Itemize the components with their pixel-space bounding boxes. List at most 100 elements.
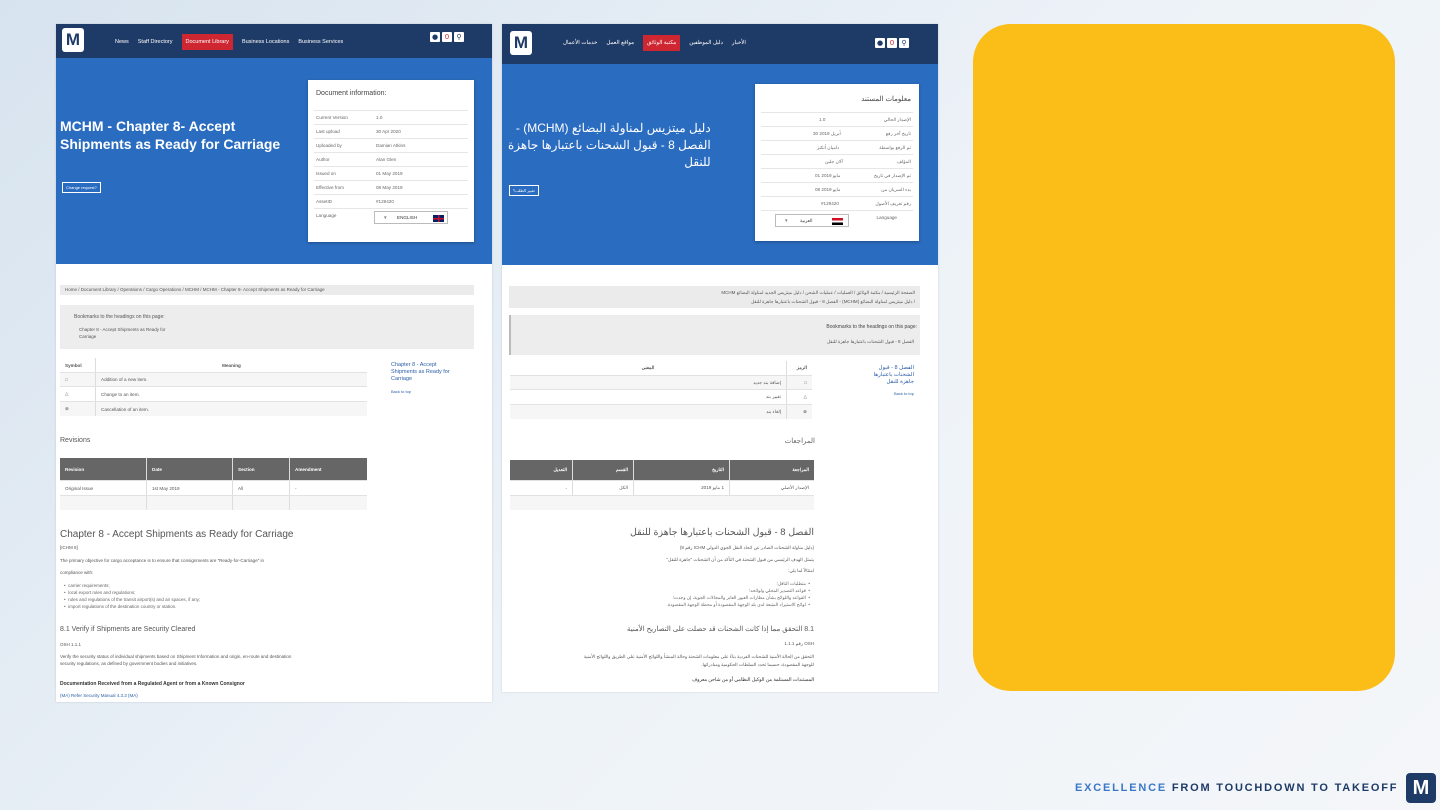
nav-staff-directory[interactable]: دليل الموظفين — [689, 40, 723, 46]
chevron-down-icon: ▼ — [784, 218, 789, 223]
info-value: 30 أبريل 2019 — [813, 131, 841, 136]
symbol-cell: △ — [65, 391, 69, 396]
nav-news[interactable]: الأخبار — [732, 40, 746, 46]
column-header: Amendment — [289, 458, 327, 480]
meaning-cell: Cancellation of an item. — [95, 402, 154, 416]
list-item: • import regulations of the destination … — [64, 604, 177, 609]
info-label: Author — [316, 157, 330, 162]
bookmarks-box: Bookmarks to the headings on this page: … — [509, 315, 920, 355]
bookmark-link[interactable]: Carriage — [79, 334, 96, 339]
info-value: Damian Atkins — [376, 143, 406, 148]
info-value: Alan Glen — [376, 157, 397, 162]
back-to-top-link[interactable]: Back to top — [894, 391, 914, 396]
hero-banner: دليل ميتزيس لمناولة البضائع (MCHM) - الف… — [502, 64, 938, 265]
nav-news[interactable]: News — [115, 39, 129, 45]
info-value: 08 مايو 2019 — [815, 187, 841, 192]
menzies-logo[interactable]: M — [62, 28, 84, 52]
nav-business-services[interactable]: Business Services — [298, 39, 343, 45]
language-select[interactable]: ▼ العربية — [775, 214, 849, 227]
change-request-button[interactable]: Change request? — [62, 182, 101, 193]
revision-cell: Original Issue — [65, 485, 94, 491]
nav-document-library[interactable]: مكتبة الوثائق — [643, 35, 681, 51]
chapter-body: compliance with: — [60, 570, 94, 575]
meaning-cell: Change to an item. — [95, 387, 145, 401]
card-title: معلومات المستند — [861, 96, 911, 103]
menzies-logo[interactable]: M — [510, 31, 532, 55]
nav-business-services[interactable]: خدمات الأعمال — [563, 40, 597, 46]
column-header: Section — [232, 458, 260, 480]
section-heading: 8.1 التحقق مما إذا كانت الشحنات قد حصلت … — [626, 626, 814, 633]
symbols-table: الرمز المعنى □ إضافة بند جديد △ تغيير بند ⊗… — [510, 361, 812, 419]
meaning-cell: إلغاء بند — [761, 405, 787, 419]
nav-business-locations[interactable]: Business Locations — [242, 39, 289, 45]
info-value: 30 Apr 2020 — [376, 129, 401, 134]
side-bookmark-link[interactable]: الشحنات باعتبارها — [874, 372, 914, 378]
side-bookmark-link[interactable]: Shipments as Ready for — [391, 369, 450, 375]
amendment-cell: - — [289, 481, 302, 495]
nav-staff-directory[interactable]: Staff Directory — [138, 39, 173, 45]
page-title-line: للنقل — [684, 155, 711, 169]
info-value: 1.0 — [819, 117, 826, 122]
info-label: رقم تعريف الأصول — [875, 201, 911, 206]
side-bookmark-link[interactable]: Carriage — [391, 376, 412, 382]
requirements-list: • متطلبات الناقل؛ • قواعد التصدير المحلي… — [667, 580, 810, 608]
info-value: آلان جلين — [825, 159, 843, 164]
osh-reference: OSH رقم 1.1.1 — [784, 641, 814, 646]
side-bookmark-link[interactable]: جاهزة للنقل — [886, 379, 914, 385]
symbol-cell: □ — [65, 377, 68, 382]
side-bookmark-link[interactable]: الفصل 8 - قبول — [878, 365, 914, 371]
chapter-body: The primary objective for cargo acceptan… — [60, 558, 265, 563]
column-header: التاريخ — [707, 460, 730, 480]
bookmark-link[interactable]: الفصل 8 - قبول الشحنات باعتبارها جاهزة ل… — [827, 339, 914, 345]
revision-cell: الإصدار الأصلي — [780, 485, 809, 490]
language-select[interactable]: ▼ ENGLISH — [374, 211, 448, 224]
info-value: 01 مايو 2019 — [815, 173, 841, 178]
tagline-rest: FROM TOUCHDOWN TO TAKEOFF — [1166, 782, 1399, 794]
column-header: المراجعة — [792, 467, 809, 472]
symbols-table: Symbol Meaning □ Addition of a new item. △… — [60, 358, 367, 416]
subsection-heading: Documentation Received from a Regulated … — [60, 681, 245, 687]
meaning-cell: Addition of a new item. — [95, 373, 152, 386]
bookmarks-title: Bookmarks to the headings on this page: — [74, 314, 165, 320]
list-item: • carrier requirements; — [64, 583, 110, 588]
breadcrumb[interactable]: Home / Document Library / Operations / C… — [60, 285, 474, 295]
nav-document-library[interactable]: Document Library — [181, 34, 233, 50]
info-value: #129420 — [376, 199, 394, 204]
back-to-top-link[interactable]: Back to top — [391, 389, 411, 394]
bookmark-link[interactable]: Chapter 8 - Accept Shipments as Ready fo… — [79, 327, 166, 332]
user-icon[interactable]: ● — [875, 38, 885, 48]
notification-icon[interactable]: 0 — [442, 32, 452, 42]
security-manual-link[interactable]: (MA) Refer Security Manual 4.3.3 (MA) — [60, 693, 138, 698]
side-bookmark-link[interactable]: Chapter 8 - Accept — [391, 362, 437, 368]
document-info-card: معلومات المستند 1.0 الإصدار الحالي 30 أبر… — [755, 84, 919, 241]
chevron-down-icon: ▼ — [383, 215, 388, 220]
user-icon[interactable]: ● — [430, 32, 440, 42]
column-header: Symbol — [65, 362, 82, 368]
hero-banner: MCHM - Chapter 8- Accept Shipments as Re… — [56, 58, 492, 264]
breadcrumb-line[interactable]: / دليل ميتزيس لمناولة البضائع (MCHM) - ا… — [514, 297, 915, 306]
page-title-line: الفصل 8 - قبول الشحنات باعتبارها جاهزة — [508, 138, 711, 152]
amendment-cell: - — [560, 481, 573, 495]
revisions-table: Revision Date Section Amendment Original Is… — [60, 458, 367, 510]
chapter-heading: Chapter 8 - Accept Shipments as Ready fo… — [60, 529, 294, 540]
info-label: AssetID — [316, 199, 333, 204]
info-value: 01 May 2019 — [376, 171, 403, 176]
search-icon[interactable]: ⚲ — [454, 32, 464, 42]
info-label: Effective from — [316, 185, 344, 190]
notification-icon[interactable]: 0 — [887, 38, 897, 48]
breadcrumb[interactable]: الصفحة الرئيسية / مكتبة الوثائق / العملي… — [509, 286, 920, 308]
search-icon[interactable]: ⚲ — [899, 38, 909, 48]
change-request-button[interactable]: تغيير الطلب؟ — [509, 185, 539, 196]
language-value: ENGLISH — [397, 215, 418, 220]
arabic-page-screenshot: M خدمات الأعمال مواقع العمل مكتبة الوثائ… — [502, 24, 938, 692]
info-label: Issued on — [316, 171, 336, 176]
info-label: Uploaded by — [316, 143, 342, 148]
card-title: Document information: — [316, 90, 387, 97]
nav-business-locations[interactable]: مواقع العمل — [606, 40, 634, 46]
chapter-reference: (دليل مناولة الشحنات الصادر عن اتحاد الن… — [679, 545, 814, 550]
symbol-cell: △ — [803, 394, 807, 399]
revisions-heading: المراجعات — [784, 438, 815, 445]
column-header: Revision — [65, 466, 85, 472]
meaning-cell: إضافة بند جديد — [748, 376, 787, 389]
breadcrumb-line[interactable]: الصفحة الرئيسية / مكتبة الوثائق / العملي… — [514, 288, 915, 297]
